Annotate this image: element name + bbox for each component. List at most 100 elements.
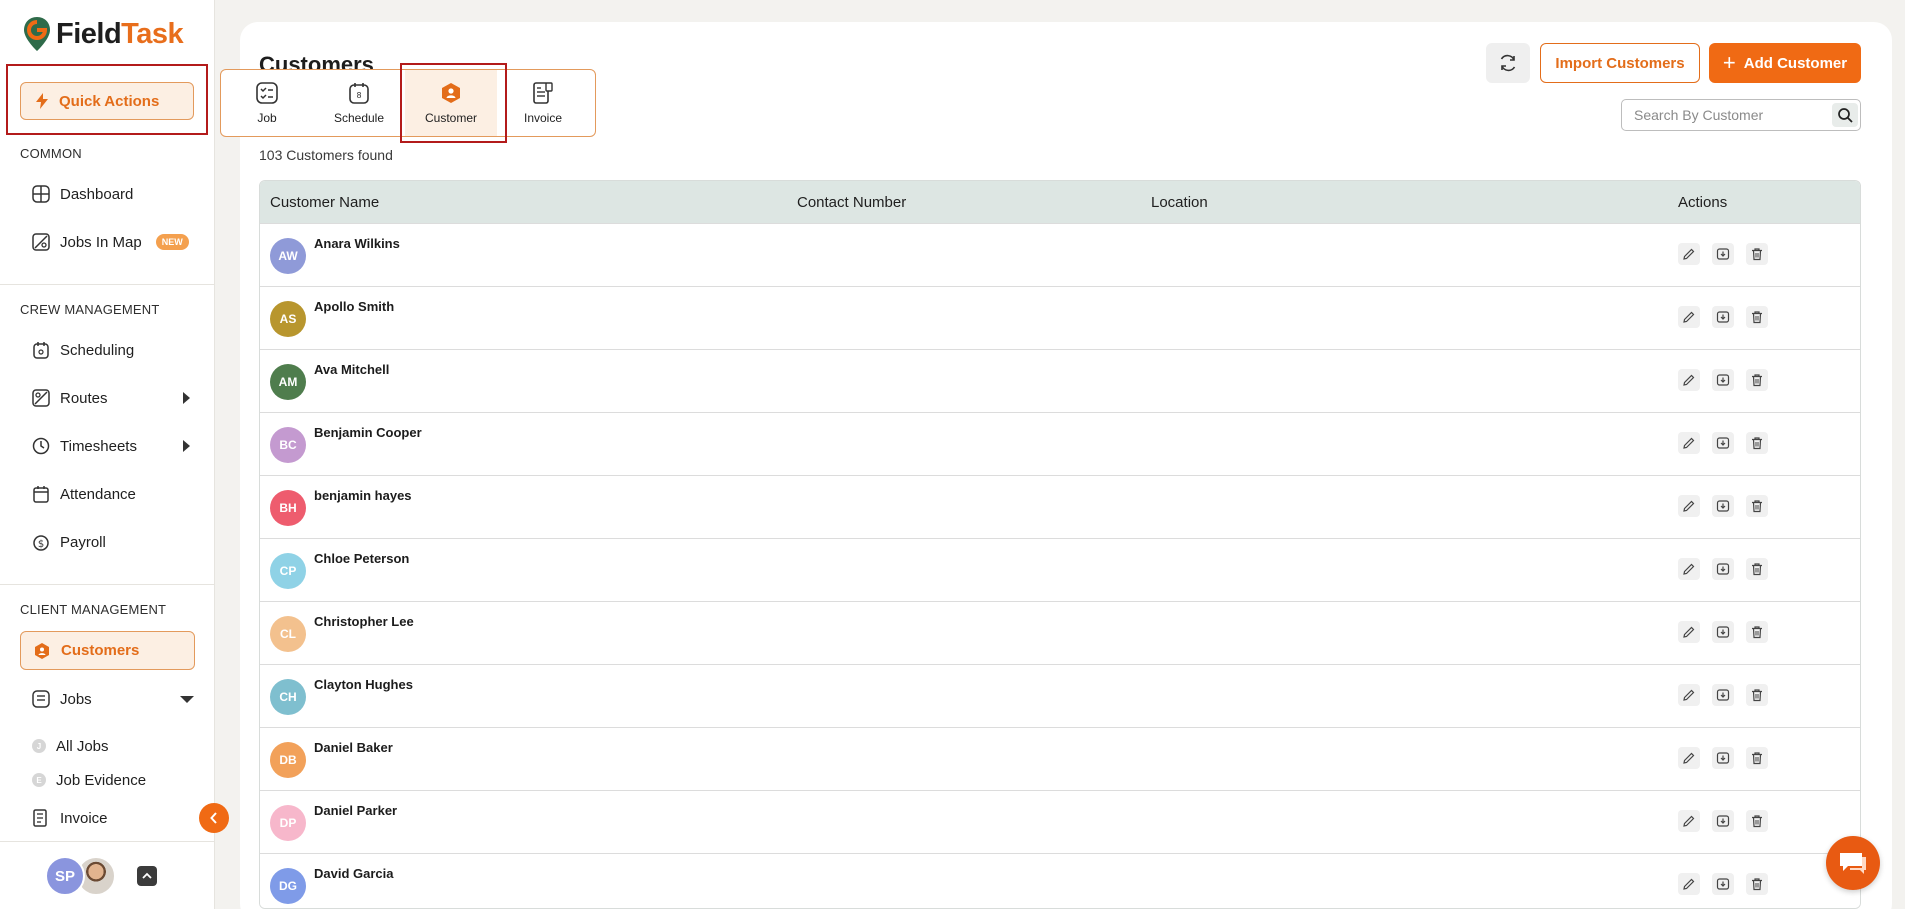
edit-icon	[1683, 752, 1695, 764]
delete-button[interactable]	[1746, 243, 1768, 265]
quick-tab-customer[interactable]: Customer	[405, 70, 497, 136]
edit-button[interactable]	[1678, 495, 1700, 517]
search-icon	[1838, 108, 1853, 123]
sidebar-item-jobs[interactable]: Jobs	[20, 679, 196, 719]
archive-button[interactable]	[1712, 369, 1734, 391]
sidebar-item-attendance[interactable]: Attendance	[20, 474, 196, 514]
delete-button[interactable]	[1746, 747, 1768, 769]
expand-up-button[interactable]	[137, 866, 157, 886]
sidebar-item-invoice[interactable]: Invoice	[20, 798, 196, 838]
edit-button[interactable]	[1678, 873, 1700, 895]
archive-button[interactable]	[1712, 747, 1734, 769]
column-header-customer-name[interactable]: Customer Name	[270, 194, 379, 211]
refresh-button[interactable]	[1486, 43, 1530, 83]
archive-button[interactable]	[1712, 243, 1734, 265]
edit-button[interactable]	[1678, 369, 1700, 391]
sidebar-item-scheduling[interactable]: Scheduling	[20, 330, 196, 370]
edit-button[interactable]	[1678, 684, 1700, 706]
archive-button[interactable]	[1712, 684, 1734, 706]
search-box	[1621, 99, 1861, 131]
customer-name[interactable]: Chloe Peterson	[314, 551, 409, 566]
table-row[interactable]: CL Christopher Lee	[260, 601, 1860, 664]
sidebar-item-jobs-in-map[interactable]: Jobs In Map NEW	[20, 222, 196, 262]
edit-button[interactable]	[1678, 747, 1700, 769]
sidebar-item-routes[interactable]: Routes	[20, 378, 196, 418]
customer-icon	[442, 83, 460, 103]
quick-actions-button[interactable]: Quick Actions	[20, 82, 194, 120]
delete-button[interactable]	[1746, 684, 1768, 706]
customer-name[interactable]: benjamin hayes	[314, 488, 412, 503]
search-input[interactable]	[1622, 107, 1822, 123]
delete-button[interactable]	[1746, 369, 1768, 391]
delete-button[interactable]	[1746, 495, 1768, 517]
customer-icon	[35, 642, 49, 659]
edit-button[interactable]	[1678, 621, 1700, 643]
table-row[interactable]: DP Daniel Parker	[260, 790, 1860, 853]
customer-name[interactable]: Ava Mitchell	[314, 362, 389, 377]
delete-button[interactable]	[1746, 810, 1768, 832]
edit-button[interactable]	[1678, 243, 1700, 265]
column-header-location[interactable]: Location	[1151, 194, 1208, 211]
table-row[interactable]: AM Ava Mitchell	[260, 349, 1860, 412]
collapse-sidebar-button[interactable]	[199, 803, 229, 833]
table-row[interactable]: BC Benjamin Cooper	[260, 412, 1860, 475]
customer-name[interactable]: David Garcia	[314, 866, 394, 881]
delete-button[interactable]	[1746, 558, 1768, 580]
fieldtask-logo[interactable]: FieldTask	[22, 16, 184, 52]
delete-button[interactable]	[1746, 621, 1768, 643]
column-header-contact-number[interactable]: Contact Number	[797, 194, 906, 211]
customer-name[interactable]: Christopher Lee	[314, 614, 414, 629]
quick-tab-job[interactable]: Job	[221, 70, 313, 136]
archive-icon	[1716, 752, 1730, 764]
delete-button[interactable]	[1746, 306, 1768, 328]
table-row[interactable]: AS Apollo Smith	[260, 286, 1860, 349]
edit-button[interactable]	[1678, 810, 1700, 832]
edit-button[interactable]	[1678, 558, 1700, 580]
archive-button[interactable]	[1712, 432, 1734, 454]
delete-button[interactable]	[1746, 873, 1768, 895]
archive-button[interactable]	[1712, 495, 1734, 517]
sidebar-item-timesheets[interactable]: Timesheets	[20, 426, 196, 466]
edit-button[interactable]	[1678, 432, 1700, 454]
quick-actions-highlight: Quick Actions	[6, 64, 208, 135]
chat-button[interactable]	[1826, 836, 1880, 890]
customer-name[interactable]: Daniel Parker	[314, 803, 397, 818]
caret-right-icon	[183, 392, 190, 404]
delete-icon	[1752, 563, 1762, 576]
quick-tab-invoice[interactable]: Invoice	[497, 70, 589, 136]
column-header-actions: Actions	[1678, 194, 1728, 211]
table-row[interactable]: BH benjamin hayes	[260, 475, 1860, 538]
sidebar-item-label: Jobs In Map	[60, 233, 142, 251]
delete-button[interactable]	[1746, 432, 1768, 454]
add-customer-button[interactable]: + Add Customer	[1709, 43, 1861, 83]
archive-button[interactable]	[1712, 621, 1734, 643]
sidebar-item-dashboard[interactable]: Dashboard	[20, 174, 196, 214]
archive-button[interactable]	[1712, 873, 1734, 895]
user-avatar-initials[interactable]: SP	[45, 856, 85, 896]
quick-tab-schedule[interactable]: 8 Schedule	[313, 70, 405, 136]
delete-icon	[1752, 878, 1762, 891]
search-button[interactable]	[1832, 103, 1858, 127]
customer-avatar: AW	[270, 238, 306, 274]
import-customers-button[interactable]: Import Customers	[1540, 43, 1700, 83]
customer-name[interactable]: Apollo Smith	[314, 299, 394, 314]
archive-button[interactable]	[1712, 810, 1734, 832]
table-row[interactable]: DB Daniel Baker	[260, 727, 1860, 790]
sidebar-subitem-all-jobs[interactable]: J All Jobs	[32, 732, 109, 760]
table-row[interactable]: CH Clayton Hughes	[260, 664, 1860, 727]
sidebar-subitem-job-evidence[interactable]: E Job Evidence	[32, 766, 146, 794]
archive-button[interactable]	[1712, 306, 1734, 328]
table-row[interactable]: CP Chloe Peterson	[260, 538, 1860, 601]
table-row[interactable]: AW Anara Wilkins	[260, 223, 1860, 286]
archive-button[interactable]	[1712, 558, 1734, 580]
customer-name[interactable]: Benjamin Cooper	[314, 425, 422, 440]
customer-name[interactable]: Clayton Hughes	[314, 677, 413, 692]
table-row[interactable]: DG David Garcia	[260, 853, 1860, 908]
sidebar-item-payroll[interactable]: $ Payroll	[20, 522, 196, 562]
customer-name[interactable]: Daniel Baker	[314, 740, 393, 755]
section-common: COMMON	[20, 146, 82, 161]
customer-name[interactable]: Anara Wilkins	[314, 236, 400, 251]
sidebar-item-customers[interactable]: Customers	[20, 631, 195, 670]
archive-icon	[1716, 878, 1730, 890]
edit-button[interactable]	[1678, 306, 1700, 328]
